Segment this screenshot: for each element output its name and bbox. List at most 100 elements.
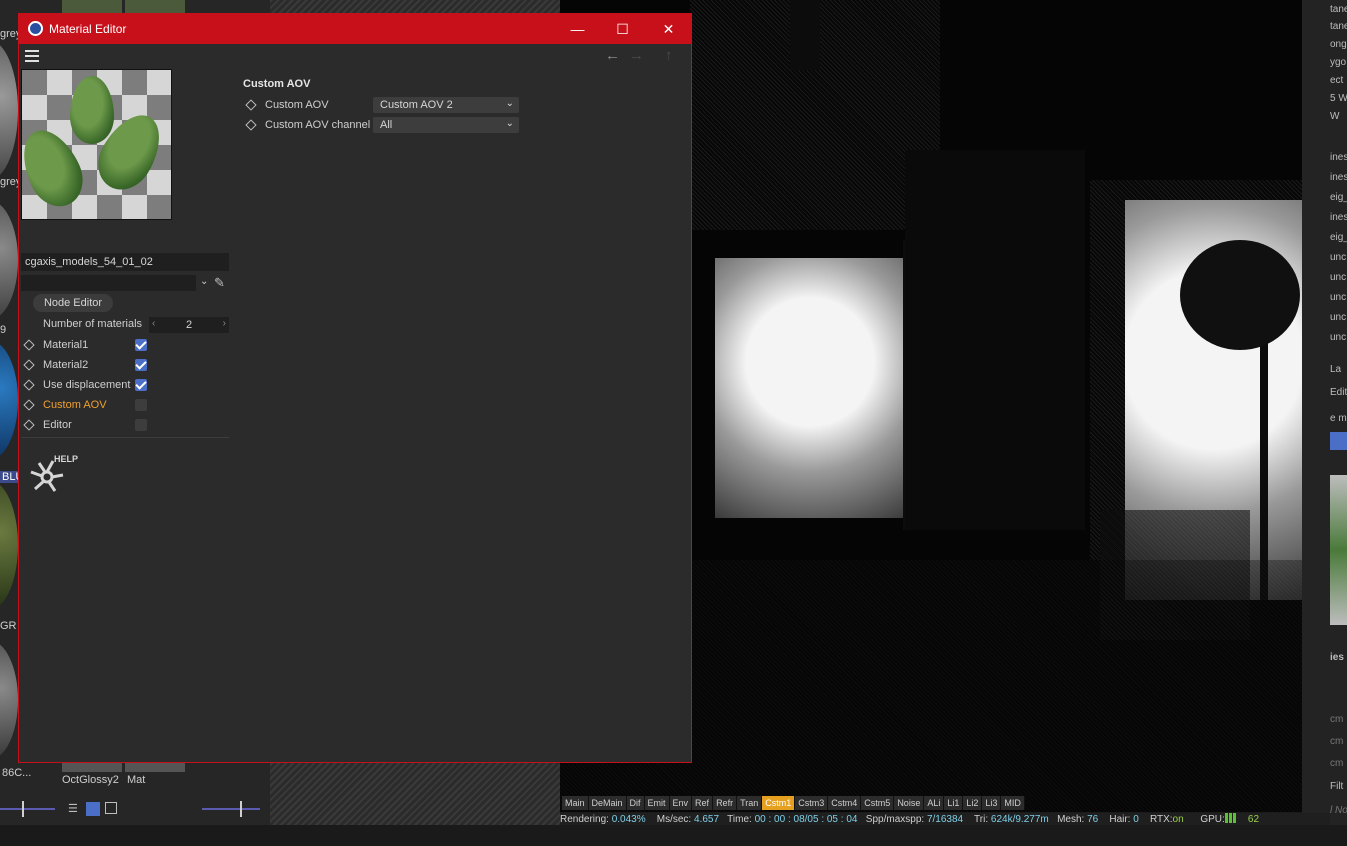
- aov-tab[interactable]: ALi: [924, 796, 945, 810]
- list-view-icon[interactable]: ☰: [68, 802, 82, 816]
- aov-tab[interactable]: DeMain: [588, 796, 627, 810]
- custom-aov-value: Custom AOV 2: [380, 99, 453, 111]
- title-bar[interactable]: Material Editor — ☐ ✕: [19, 14, 691, 44]
- single-view-icon[interactable]: [105, 802, 117, 814]
- right-panel-label: unc: [1330, 292, 1347, 303]
- material-thumb[interactable]: [62, 762, 122, 772]
- aov-tab[interactable]: Emit: [644, 796, 670, 810]
- help-link[interactable]: HELP: [54, 454, 78, 464]
- aov-tab[interactable]: Refr: [713, 796, 738, 810]
- bottom-strip: [0, 825, 1347, 846]
- node-editor-button[interactable]: Node Editor: [33, 294, 113, 312]
- material-preview[interactable]: [21, 69, 172, 220]
- right-panel-label: Edit: [1330, 387, 1347, 398]
- material1-checkbox[interactable]: [135, 339, 147, 351]
- right-panel-label: unc: [1330, 272, 1347, 283]
- custom-aov-label: Custom AOV: [265, 99, 329, 111]
- property-row-material2: Material2: [23, 357, 233, 375]
- forward-arrow-icon[interactable]: →: [629, 47, 644, 64]
- close-button[interactable]: ✕: [646, 14, 691, 44]
- keyframe-diamond-icon[interactable]: [23, 359, 35, 371]
- aov-tab[interactable]: Li1: [944, 796, 964, 810]
- status-mesh-value: 76: [1087, 814, 1099, 825]
- material-thumb[interactable]: [125, 762, 185, 772]
- material-type-combo[interactable]: [21, 275, 196, 291]
- aov-tab[interactable]: Cstm3: [795, 796, 829, 810]
- custom-aov-checkbox[interactable]: [135, 399, 147, 411]
- material-name-field[interactable]: cgaxis_models_54_01_02: [21, 253, 229, 271]
- material-label: Mat: [127, 774, 146, 786]
- aov-tab[interactable]: Ref: [692, 796, 714, 810]
- use-displacement-checkbox[interactable]: [135, 379, 147, 391]
- number-of-materials-value[interactable]: 2: [149, 319, 229, 331]
- custom-aov-dropdown[interactable]: Custom AOV 2 ⌄: [373, 97, 519, 113]
- divider: [21, 437, 229, 438]
- aov-tab[interactable]: Env: [669, 796, 693, 810]
- back-arrow-icon[interactable]: ←: [605, 47, 620, 64]
- keyframe-diamond-icon[interactable]: [23, 339, 35, 351]
- aov-tab[interactable]: Main: [562, 796, 589, 810]
- aov-tab-active[interactable]: Cstm1: [762, 796, 796, 810]
- property-row-editor: Editor: [23, 417, 233, 435]
- material-thumb[interactable]: [125, 0, 185, 14]
- material-label: GR: [0, 620, 17, 632]
- zoom-slider-handle[interactable]: [240, 801, 242, 817]
- editor-checkbox[interactable]: [135, 419, 147, 431]
- grid-view-icon[interactable]: [86, 802, 100, 816]
- keyframe-diamond-icon[interactable]: [245, 119, 257, 131]
- material-ball[interactable]: [0, 480, 18, 610]
- aov-tab[interactable]: Noise: [894, 796, 925, 810]
- chevron-down-icon: ⌄: [505, 98, 514, 109]
- material-ball[interactable]: [0, 640, 18, 760]
- material-ball[interactable]: [0, 40, 18, 180]
- keyframe-diamond-icon[interactable]: [23, 399, 35, 411]
- right-panel-label: cm: [1330, 736, 1344, 747]
- keyframe-diamond-icon[interactable]: [245, 99, 257, 111]
- custom-aov-channel-dropdown[interactable]: All ⌄: [373, 117, 519, 133]
- property-label: Editor: [43, 419, 72, 431]
- minimize-button[interactable]: —: [555, 14, 600, 44]
- status-rendering-value: 0.043%: [611, 814, 646, 825]
- aov-tab[interactable]: Li3: [982, 796, 1002, 810]
- material-thumb[interactable]: [62, 0, 122, 14]
- keyframe-diamond-icon[interactable]: [23, 419, 35, 431]
- aov-tab[interactable]: Li2: [963, 796, 983, 810]
- aov-tab[interactable]: Cstm4: [828, 796, 862, 810]
- custom-aov-channel-value: All: [380, 119, 393, 131]
- chevron-down-icon[interactable]: ⌄: [200, 276, 208, 287]
- right-panel-label: La: [1330, 364, 1342, 375]
- material2-checkbox[interactable]: [135, 359, 147, 371]
- status-mssec-value: 4.657: [693, 814, 720, 825]
- aov-tab-bar: Main DeMain Dif Emit Env Ref Refr Tran C…: [562, 796, 1025, 810]
- material-label: grey: [0, 28, 18, 40]
- material-ball[interactable]: [0, 200, 18, 320]
- selected-tab[interactable]: [1330, 432, 1347, 450]
- color-picker-icon[interactable]: ✎: [214, 275, 228, 291]
- material-ball[interactable]: [0, 340, 18, 460]
- maximize-button[interactable]: ☐: [600, 14, 645, 44]
- zoom-slider[interactable]: [202, 808, 260, 810]
- aov-tab[interactable]: Dif: [626, 796, 645, 810]
- hamburger-menu-icon[interactable]: [25, 50, 39, 62]
- section-title: Custom AOV: [243, 78, 311, 90]
- aov-tab[interactable]: Cstm5: [861, 796, 895, 810]
- custom-aov-channel-row: Custom AOV channel All ⌄: [245, 117, 545, 135]
- up-arrow-icon[interactable]: ↑: [665, 47, 673, 64]
- size-slider-handle[interactable]: [22, 801, 24, 817]
- material-label: grey: [0, 176, 18, 188]
- status-spp-value: 7/16384: [926, 814, 964, 825]
- number-of-materials-label: Number of materials: [43, 318, 143, 330]
- right-panel-label: ies: [1330, 652, 1344, 663]
- number-of-materials-stepper[interactable]: ‹ 2 ›: [149, 317, 229, 333]
- property-label[interactable]: Custom AOV: [43, 399, 107, 411]
- status-tri-label: Tri:: [974, 814, 989, 825]
- keyframe-diamond-icon[interactable]: [23, 379, 35, 391]
- increment-icon[interactable]: ›: [223, 318, 226, 329]
- status-tri-value: 624k/9.277m: [990, 814, 1049, 825]
- custom-aov-channel-label: Custom AOV channel: [265, 119, 371, 131]
- aov-tab[interactable]: Tran: [737, 796, 763, 810]
- right-panel-label: Filt: [1330, 781, 1344, 792]
- right-panel-label: ygo: [1330, 57, 1347, 68]
- aov-tab[interactable]: MID: [1001, 796, 1025, 810]
- size-slider[interactable]: [0, 808, 55, 810]
